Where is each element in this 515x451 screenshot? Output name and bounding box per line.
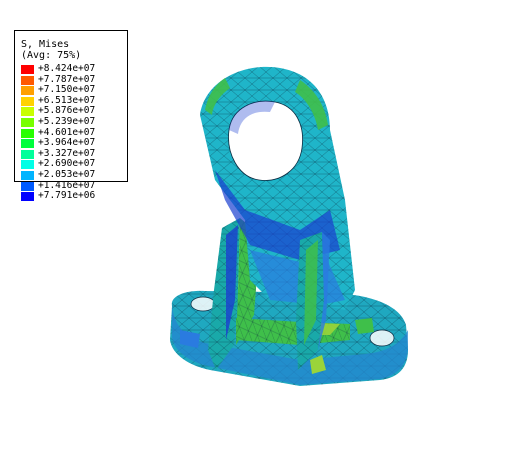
viewport[interactable]: S, Mises (Avg: 75%) +8.424e+07 +7.787e+07… <box>0 0 515 451</box>
base-plate <box>170 290 408 386</box>
bracket-model[interactable] <box>0 0 515 451</box>
